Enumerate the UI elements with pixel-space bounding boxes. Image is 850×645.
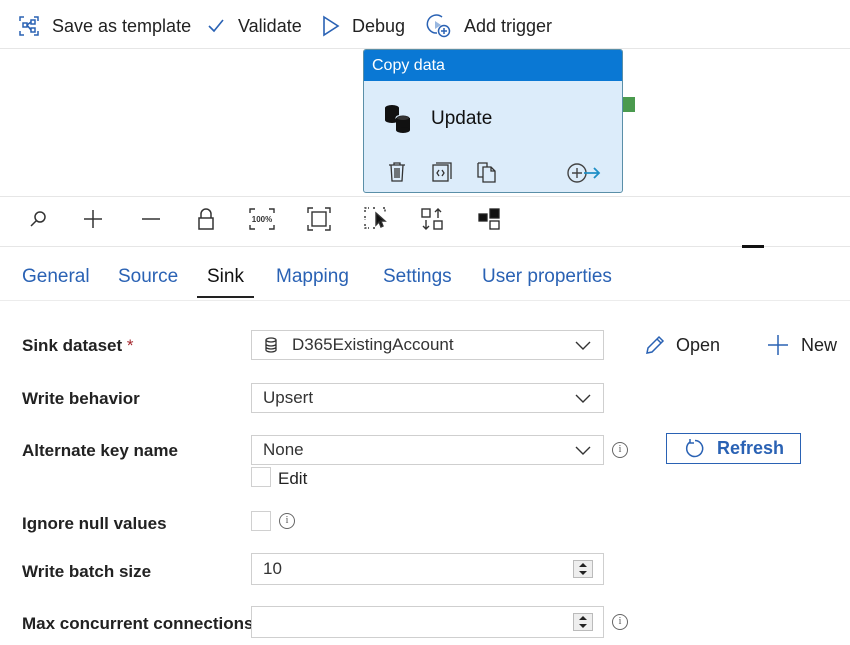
batch-size-value: 10 <box>263 559 282 578</box>
search-tool[interactable] <box>25 206 51 232</box>
info-icon[interactable]: i <box>279 513 295 529</box>
write-behavior-value: Upsert <box>263 388 314 407</box>
panel-divider <box>0 246 850 247</box>
database-icon <box>385 105 411 133</box>
delete-icon[interactable] <box>388 161 406 183</box>
copy-data-activity[interactable]: Copy data Update <box>363 49 623 193</box>
save-as-template-label: Save as template <box>52 15 192 36</box>
alternate-key-value: None <box>263 440 304 459</box>
layout-tool[interactable] <box>476 206 502 232</box>
zoom-out-tool[interactable] <box>138 206 164 232</box>
tab-user-properties[interactable]: User properties <box>482 266 612 288</box>
write-behavior-label: Write behavior <box>22 389 140 408</box>
batch-size-label: Write batch size <box>22 562 152 581</box>
zoom-100-icon: 100% <box>249 208 275 230</box>
required-mark: * <box>126 336 134 355</box>
select-cursor-icon <box>364 207 387 229</box>
minus-icon <box>142 218 160 220</box>
tab-general[interactable]: General <box>22 266 90 288</box>
tab-settings[interactable]: Settings <box>383 266 452 288</box>
svg-text:100%: 100% <box>252 215 272 224</box>
add-output-icon[interactable] <box>566 162 602 184</box>
code-icon[interactable] <box>431 161 453 183</box>
canvas-divider <box>0 196 850 197</box>
zoom-in-tool[interactable] <box>80 206 106 232</box>
spinner-arrows-icon <box>579 563 587 575</box>
sink-dataset-value: D365ExistingAccount <box>292 335 454 354</box>
chevron-down-icon <box>575 446 591 455</box>
sink-dataset-select[interactable]: D365ExistingAccount <box>251 330 604 360</box>
success-output-port[interactable] <box>623 97 635 112</box>
fit-to-screen-tool[interactable] <box>306 206 332 232</box>
new-dataset-button[interactable]: New <box>767 334 837 356</box>
edit-label: Edit <box>278 469 308 488</box>
pencil-icon <box>646 335 665 354</box>
panel-resize-handle[interactable] <box>742 245 764 248</box>
max-connections-label: Max concurrent connections <box>22 614 254 633</box>
ignore-null-label: Ignore null values <box>22 514 167 533</box>
refresh-label: Refresh <box>716 438 785 458</box>
auto-align-tool[interactable] <box>419 206 445 232</box>
debug-button[interactable]: Debug <box>322 12 405 40</box>
fit-screen-icon <box>307 207 331 231</box>
tab-sink[interactable]: Sink <box>207 266 244 288</box>
refresh-button[interactable]: Refresh <box>666 433 801 464</box>
tab-mapping[interactable]: Mapping <box>276 266 349 288</box>
checkmark-icon <box>208 19 224 33</box>
chevron-down-icon <box>575 394 591 403</box>
batch-size-spinner[interactable] <box>573 560 593 578</box>
sink-dataset-label: Sink dataset * <box>22 336 134 355</box>
max-connections-spinner[interactable] <box>573 613 593 631</box>
template-icon <box>19 16 39 36</box>
alternate-key-select[interactable]: None <box>251 435 604 465</box>
info-icon[interactable]: i <box>612 442 628 458</box>
debug-label: Debug <box>352 15 406 36</box>
refresh-icon <box>685 438 704 457</box>
search-icon <box>30 211 46 227</box>
ignore-null-checkbox[interactable] <box>251 511 271 531</box>
new-label: New <box>801 334 838 355</box>
alternate-key-label: Alternate key name <box>22 441 178 460</box>
chevron-down-icon <box>575 341 591 350</box>
lock-icon <box>198 208 214 230</box>
tab-source[interactable]: Source <box>118 266 178 288</box>
zoom-100-tool[interactable]: 100% <box>249 206 275 232</box>
active-tab-indicator <box>197 296 254 298</box>
plus-icon <box>84 210 102 228</box>
save-as-template-button[interactable]: Save as template <box>18 12 191 40</box>
play-icon <box>323 15 340 37</box>
dataset-icon <box>265 337 277 353</box>
max-connections-input[interactable] <box>251 606 604 638</box>
activity-name: Update <box>431 108 493 129</box>
select-tool[interactable] <box>363 206 389 232</box>
validate-label: Validate <box>238 15 302 36</box>
spinner-arrows-icon <box>579 616 587 628</box>
edit-checkbox[interactable] <box>251 467 271 487</box>
open-dataset-button[interactable]: Open <box>644 334 720 356</box>
info-icon[interactable]: i <box>612 614 628 630</box>
write-behavior-select[interactable]: Upsert <box>251 383 604 413</box>
plus-icon <box>768 335 788 355</box>
auto-align-icon <box>421 208 443 230</box>
copy-icon[interactable] <box>476 161 498 183</box>
add-trigger-label: Add trigger <box>464 15 553 36</box>
layout-icon <box>478 208 500 230</box>
validate-button[interactable]: Validate <box>206 12 302 40</box>
add-trigger-icon <box>426 14 451 38</box>
batch-size-input[interactable]: 10 <box>251 553 604 585</box>
tabs-divider <box>0 300 850 301</box>
add-trigger-button[interactable]: Add trigger <box>426 12 552 40</box>
lock-tool[interactable] <box>193 206 219 232</box>
open-label: Open <box>676 334 721 355</box>
activity-type: Copy data <box>364 50 622 81</box>
